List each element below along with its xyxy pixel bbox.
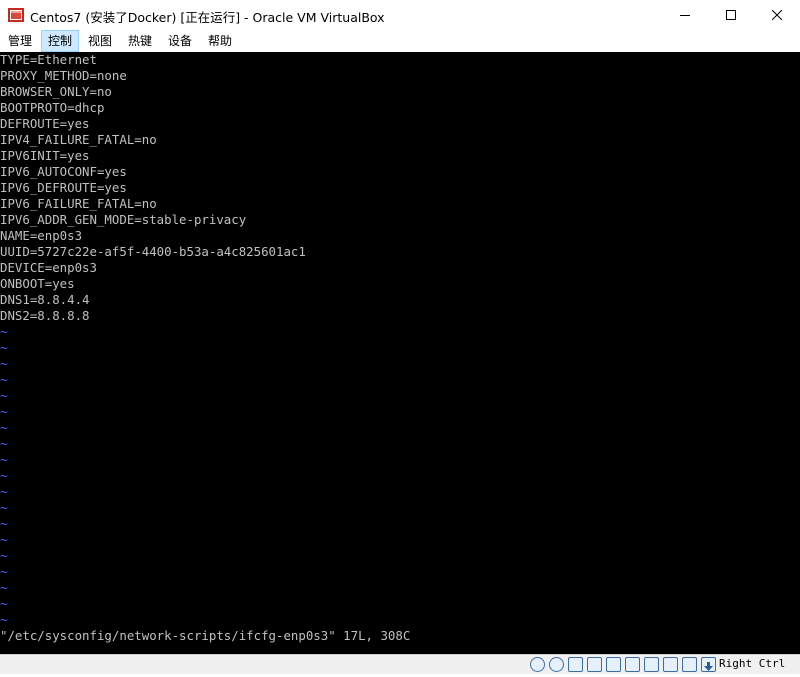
menu-control[interactable]: 控制 [41, 30, 79, 52]
config-line: IPV6INIT=yes [0, 148, 90, 163]
minimize-icon [680, 15, 690, 16]
config-line: IPV6_FAILURE_FATAL=no [0, 196, 157, 211]
vim-status-line: "/etc/sysconfig/network-scripts/ifcfg-en… [0, 628, 411, 643]
vm-console-screen[interactable]: TYPE=Ethernet PROXY_METHOD=none BROWSER_… [0, 52, 800, 654]
menu-help[interactable]: 帮助 [202, 30, 238, 52]
vim-tilde-line: ~ [0, 596, 8, 611]
config-line: DEVICE=enp0s3 [0, 260, 97, 275]
vim-tilde-line: ~ [0, 388, 8, 403]
vim-tilde-line: ~ [0, 548, 8, 563]
maximize-button[interactable] [708, 0, 754, 30]
vim-tilde-line: ~ [0, 500, 8, 515]
config-line: BROWSER_ONLY=no [0, 84, 112, 99]
menu-view[interactable]: 视图 [82, 30, 118, 52]
config-line: IPV6_AUTOCONF=yes [0, 164, 127, 179]
vim-tilde-line: ~ [0, 340, 8, 355]
config-line: IPV6_DEFROUTE=yes [0, 180, 127, 195]
config-line: UUID=5727c22e-af5f-4400-b53a-a4c825601ac… [0, 244, 306, 259]
menu-devices[interactable]: 设备 [162, 30, 198, 52]
config-line: DNS1=8.8.4.4 [0, 292, 90, 307]
hard-disk-icon[interactable] [530, 657, 545, 672]
vim-tilde-line: ~ [0, 612, 8, 627]
config-line: DEFROUTE=yes [0, 116, 90, 131]
menu-manage[interactable]: 管理 [2, 30, 38, 52]
optical-drive-icon[interactable] [549, 657, 564, 672]
vim-tilde-line: ~ [0, 436, 8, 451]
vim-tilde-line: ~ [0, 420, 8, 435]
vim-tilde-line: ~ [0, 484, 8, 499]
config-line: ONBOOT=yes [0, 276, 75, 291]
config-line: NAME=enp0s3 [0, 228, 83, 243]
config-line: BOOTPROTO=dhcp [0, 100, 105, 115]
arrow-down-icon [704, 662, 713, 671]
host-key-label: Right Ctrl [719, 657, 786, 670]
network-icon[interactable] [587, 657, 602, 672]
window-title: Centos7 (安装了Docker) [正在运行] - Oracle VM V… [30, 10, 385, 25]
maximize-icon [726, 10, 736, 20]
vim-tilde-line: ~ [0, 324, 8, 339]
shared-folder-icon[interactable] [625, 657, 640, 672]
vim-tilde-line: ~ [0, 404, 8, 419]
status-bar: Right Ctrl [0, 654, 800, 674]
audio-icon[interactable] [568, 657, 583, 672]
close-icon [772, 10, 782, 20]
config-line: IPV4_FAILURE_FATAL=no [0, 132, 157, 147]
menu-hotkeys[interactable]: 热键 [122, 30, 158, 52]
config-line: DNS2=8.8.8.8 [0, 308, 90, 323]
vim-tilde-line: ~ [0, 564, 8, 579]
config-line: IPV6_ADDR_GEN_MODE=stable-privacy [0, 212, 247, 227]
usb-icon[interactable] [606, 657, 621, 672]
minimize-button[interactable] [662, 0, 708, 30]
vim-tilde-line: ~ [0, 580, 8, 595]
vim-tilde-line: ~ [0, 356, 8, 371]
title-bar: Centos7 (安装了Docker) [正在运行] - Oracle VM V… [0, 0, 800, 30]
vim-tilde-line: ~ [0, 372, 8, 387]
keyboard-icon[interactable] [701, 657, 716, 672]
vim-tilde-line: ~ [0, 516, 8, 531]
cpu-icon[interactable] [682, 657, 697, 672]
menu-bar: 管理 控制 视图 热键 设备 帮助 [0, 30, 800, 52]
virtualbox-app-icon[interactable] [8, 7, 24, 23]
video-capture-icon[interactable] [663, 657, 678, 672]
vim-tilde-line: ~ [0, 468, 8, 483]
display-icon[interactable] [644, 657, 659, 672]
vim-tilde-line: ~ [0, 452, 8, 467]
vim-tilde-line: ~ [0, 532, 8, 547]
config-line: PROXY_METHOD=none [0, 68, 127, 83]
config-line: TYPE=Ethernet [0, 52, 97, 67]
close-button[interactable] [754, 0, 800, 30]
